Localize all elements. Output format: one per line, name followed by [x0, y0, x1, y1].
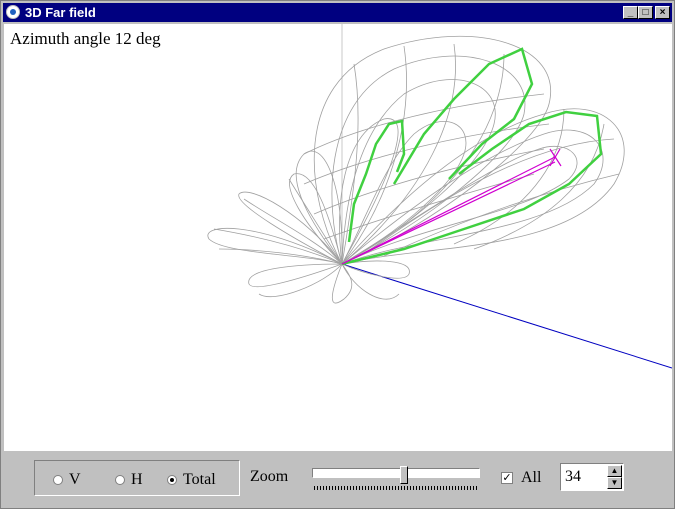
radio-v-label: V	[69, 471, 81, 488]
far-field-window: 3D Far field _ □ × Azimuth angle 12 deg	[0, 0, 675, 509]
zoom-slider-track[interactable]	[312, 468, 480, 478]
title-bar[interactable]: 3D Far field _ □ ×	[3, 3, 672, 22]
all-checkbox-label: All	[521, 469, 542, 486]
spinner-value[interactable]: 34	[565, 468, 581, 486]
radio-v[interactable]: V	[53, 471, 81, 489]
azimuth-axis	[341, 263, 672, 369]
spin-up-icon[interactable]: ▲	[607, 465, 622, 477]
zoom-slider-ticks	[314, 486, 478, 490]
radio-v-dot[interactable]	[53, 475, 63, 485]
all-checkbox-box[interactable]: ✓	[501, 472, 513, 484]
radio-total-dot[interactable]	[167, 475, 177, 485]
zoom-slider-thumb[interactable]	[400, 466, 408, 484]
maximize-button[interactable]: □	[638, 6, 653, 19]
cut-lines	[341, 47, 603, 266]
far-field-plot[interactable]: Azimuth angle 12 deg	[4, 24, 672, 451]
radio-h-dot[interactable]	[115, 475, 125, 485]
mesh-lobes	[207, 35, 625, 304]
value-spinner[interactable]: 34 ▲ ▼	[560, 463, 624, 491]
all-checkbox[interactable]: ✓ All	[501, 469, 541, 487]
control-panel: V H Total Zoom ✓ All 34 ▲ ▼	[4, 453, 672, 506]
radio-h[interactable]: H	[115, 471, 143, 489]
minimize-button[interactable]: _	[623, 6, 638, 19]
radio-h-label: H	[131, 471, 143, 488]
window-title: 3D Far field	[25, 5, 96, 20]
radiation-pattern-mesh	[207, 24, 672, 369]
zoom-label: Zoom	[250, 468, 289, 485]
spin-down-icon[interactable]: ▼	[607, 477, 622, 489]
app-icon[interactable]	[6, 5, 20, 19]
radio-total[interactable]: Total	[167, 471, 216, 489]
polarization-group: V H Total	[34, 460, 240, 496]
radio-total-label: Total	[183, 471, 216, 488]
close-button[interactable]: ×	[655, 6, 670, 19]
zoom-slider[interactable]	[310, 466, 482, 492]
